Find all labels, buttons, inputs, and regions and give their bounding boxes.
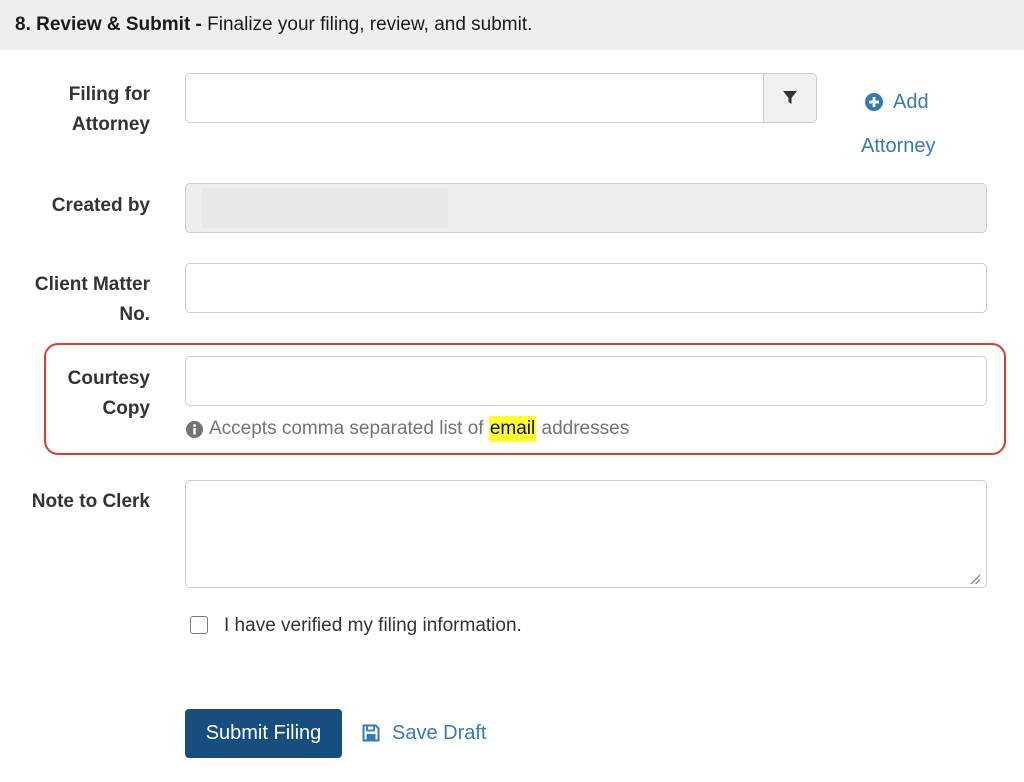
created-by-label: Created by (51, 195, 150, 216)
client-matter-input[interactable] (185, 263, 987, 313)
filing-for-attorney-label: Filing for Attorney (68, 84, 150, 135)
add-attorney-link[interactable]: Add Attorney (861, 80, 961, 168)
floppy-disk-icon (362, 724, 380, 742)
note-to-clerk-textarea[interactable] (185, 480, 987, 588)
section-description: Finalize your filing, review, and submit… (201, 14, 533, 35)
verify-label: I have verified my filing information. (224, 615, 522, 636)
save-draft-link[interactable]: Save Draft (362, 719, 486, 747)
created-by-field (185, 183, 987, 233)
plus-circle-icon (865, 93, 883, 111)
info-circle-icon (186, 420, 203, 438)
email-highlight: email (488, 416, 537, 442)
resize-handle-icon[interactable] (969, 573, 981, 585)
note-to-clerk-label: Note to Clerk (31, 491, 150, 512)
filing-for-attorney-input[interactable] (185, 73, 765, 123)
courtesy-copy-label: Courtesy Copy (67, 368, 150, 419)
submit-filing-button[interactable]: Submit Filing (185, 709, 342, 758)
section-header: 8. Review & Submit - Finalize your filin… (0, 0, 1024, 50)
courtesy-copy-input[interactable] (185, 356, 987, 406)
verify-checkbox[interactable] (190, 616, 208, 634)
section-title: 8. Review & Submit - (15, 14, 202, 35)
client-matter-label: Client Matter No. (34, 274, 150, 325)
filter-button[interactable] (763, 73, 817, 123)
filter-icon (782, 91, 797, 104)
courtesy-copy-help: Accepts comma separated list of email ad… (186, 416, 629, 442)
